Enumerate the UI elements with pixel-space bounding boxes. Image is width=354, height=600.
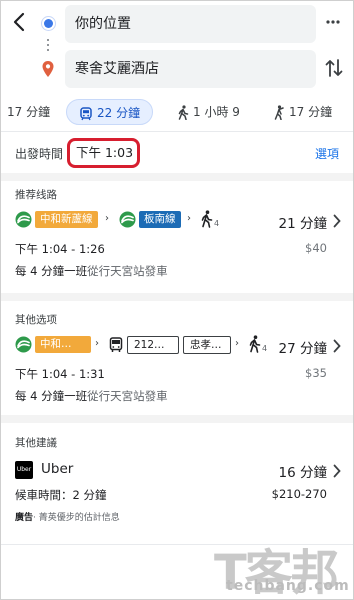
walk-minutes: 4 xyxy=(262,344,268,353)
metro-icon xyxy=(119,211,136,228)
route-dots-icon xyxy=(47,39,50,54)
back-arrow-icon[interactable] xyxy=(9,11,31,33)
line-badge-bannan: 板南線 xyxy=(139,211,181,228)
tab-transit[interactable]: 22 分鐘 xyxy=(66,99,154,125)
rideshare-icon xyxy=(274,105,284,121)
recommended-title: 推荐线路 xyxy=(15,189,57,201)
app-frame: 你的位置 寒舍艾麗酒店 17 分鐘 22 分鐘 1 小時 9 17 分鐘 出發時… xyxy=(0,0,354,600)
options-link[interactable]: 選項 xyxy=(315,145,339,162)
route-frequency: 每 4 分鐘一班從行天宮站發車 xyxy=(15,388,168,404)
divider xyxy=(1,131,353,132)
depart-time-value: 下午 1:03 xyxy=(76,145,134,160)
line-badge-zhonghe: 中和新蘆線 xyxy=(35,211,98,228)
walk-icon xyxy=(201,210,213,228)
tab-walking-label: 1 小時 9 xyxy=(193,105,240,119)
destination-input[interactable]: 寒舍艾麗酒店 xyxy=(65,50,316,88)
origin-dot-icon xyxy=(44,19,53,28)
frequency-text: 每 4 分鐘一班 xyxy=(15,264,88,278)
frequency-text: 每 4 分鐘一班 xyxy=(15,389,88,403)
tab-driving[interactable]: 17 分鐘 xyxy=(7,99,50,125)
swap-icon[interactable] xyxy=(325,57,343,79)
departure-station: 從行天宮站發車 xyxy=(87,389,168,403)
tab-transit-label: 22 分鐘 xyxy=(97,106,141,120)
route-times: 下午 1:04 - 1:26 xyxy=(15,242,105,256)
ad-disclaimer: 廣告· 菁英優步的估計信息 xyxy=(15,510,120,523)
line-badge-zhonghe: 中和… xyxy=(35,336,91,353)
chevron-right-icon[interactable] xyxy=(333,214,341,228)
tab-walking[interactable]: 1 小時 9 xyxy=(178,99,240,125)
chevron-right-icon[interactable] xyxy=(333,464,341,478)
chevron-right-icon: › xyxy=(105,213,109,224)
uber-wait-time: 候車時間：2 分鐘 xyxy=(15,488,107,502)
metro-icon xyxy=(15,336,32,353)
route-duration: 21 分鐘 xyxy=(278,216,327,232)
ad-label: 廣告 xyxy=(15,513,34,523)
section-divider xyxy=(1,173,353,181)
departure-station: 從行天宮站發車 xyxy=(87,264,168,278)
chevron-right-icon: › xyxy=(95,338,99,349)
bus-route-badge: 忠孝… xyxy=(183,336,231,354)
bus-route-badge: 212… xyxy=(127,336,179,354)
other-suggestions-title: 其他建議 xyxy=(15,437,57,449)
origin-input[interactable]: 你的位置 xyxy=(65,5,316,43)
tab-driving-label: 17 分鐘 xyxy=(7,105,51,119)
metro-icon xyxy=(15,211,32,228)
route-duration: 27 分鐘 xyxy=(278,341,327,357)
section-divider xyxy=(1,415,353,423)
uber-duration: 16 分鐘 xyxy=(278,465,327,481)
route-frequency: 每 4 分鐘一班從行天宮站發車 xyxy=(15,263,168,279)
uber-price: $210-270 xyxy=(271,487,327,501)
route-times: 下午 1:04 - 1:31 xyxy=(15,367,105,381)
tab-rideshare[interactable]: 17 分鐘 xyxy=(273,99,332,125)
destination-pin-icon xyxy=(42,61,54,77)
more-options-icon[interactable] xyxy=(325,13,341,31)
walk-icon xyxy=(178,105,189,121)
walk-icon xyxy=(249,335,261,353)
route-price: $35 xyxy=(305,366,327,380)
other-options-title: 其他选项 xyxy=(15,314,57,326)
depart-label: 出發時間 xyxy=(15,147,64,161)
travel-mode-tabs: 17 分鐘 22 分鐘 1 小時 9 17 分鐘 xyxy=(1,97,353,127)
bus-icon xyxy=(109,337,123,352)
chevron-right-icon[interactable] xyxy=(333,339,341,353)
section-divider xyxy=(1,293,353,301)
depart-time-dropdown[interactable]: 下午 1:03▼ xyxy=(67,138,140,182)
ad-text: · 菁英優步的估計信息 xyxy=(33,513,120,523)
walk-minutes: 4 xyxy=(214,219,220,228)
tab-rideshare-label: 17 分鐘 xyxy=(289,105,333,119)
watermark-url: techbang.com xyxy=(226,578,350,594)
uber-logo-icon: Uber xyxy=(15,461,33,479)
chevron-right-icon: › xyxy=(187,213,191,224)
transit-icon xyxy=(80,106,92,120)
chevron-right-icon: › xyxy=(235,338,239,349)
uber-name[interactable]: Uber xyxy=(41,461,73,477)
route-price: $40 xyxy=(305,241,327,255)
